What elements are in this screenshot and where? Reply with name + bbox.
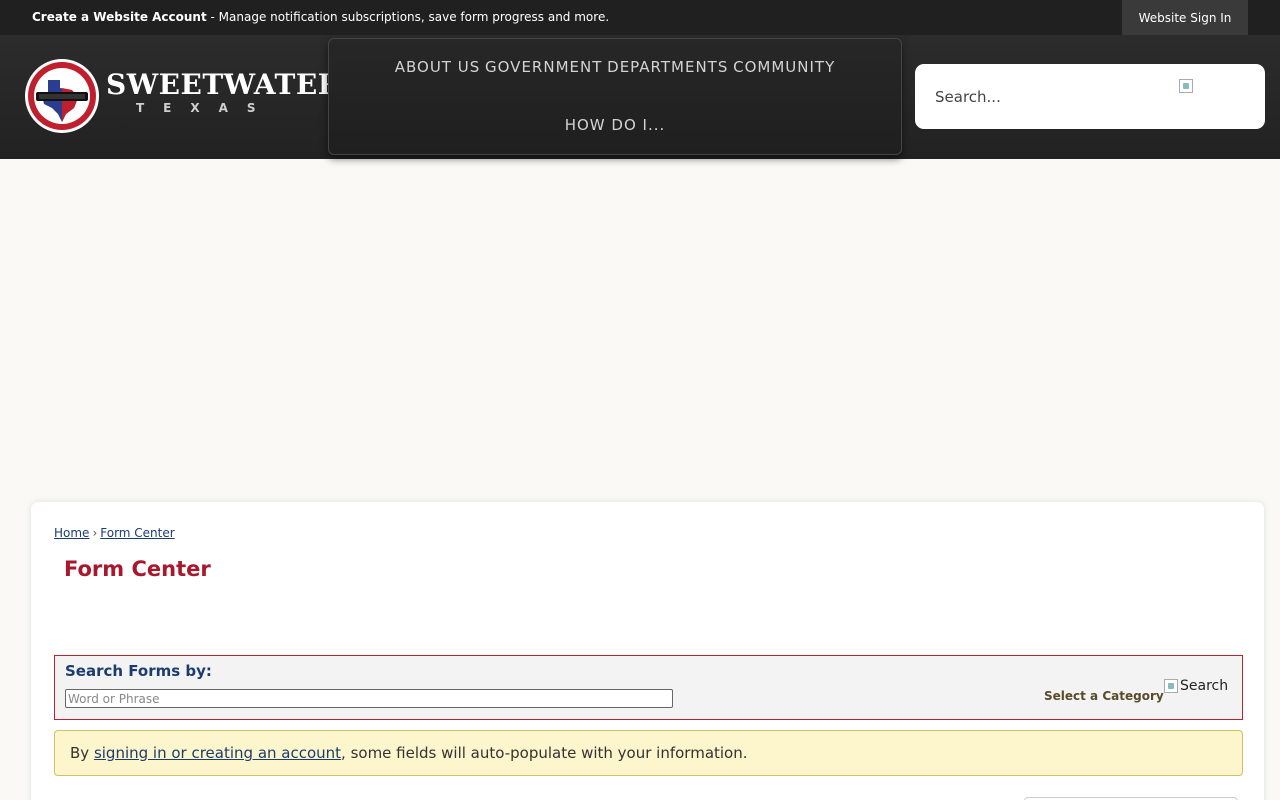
nav-row: HOW DO I... xyxy=(329,116,901,134)
search-forms-label: Search Forms by: xyxy=(65,662,212,680)
account-message: Create a Website Account - Manage notifi… xyxy=(32,10,609,24)
site-logo[interactable]: SWEETWATER TEXAS xyxy=(22,58,341,136)
broken-image-icon xyxy=(1164,679,1178,693)
nav-item-how-do-i[interactable]: HOW DO I... xyxy=(565,116,666,134)
search-forms-panel: Search Forms by: Select a Category Searc… xyxy=(54,655,1243,720)
breadcrumb-separator: › xyxy=(92,526,98,540)
nav-item-government[interactable]: GOVERNMENT xyxy=(485,58,602,76)
brand-subtitle: TEXAS xyxy=(136,101,275,115)
main-navigation: ABOUT US GOVERNMENT DEPARTMENTS COMMUNIT… xyxy=(328,38,902,155)
site-search xyxy=(915,64,1265,129)
forms-search-button[interactable]: Search xyxy=(1164,678,1228,694)
site-search-input[interactable] xyxy=(935,84,1165,110)
breadcrumb-form-center-link[interactable]: Form Center xyxy=(100,526,174,540)
nav-item-departments[interactable]: DEPARTMENTS xyxy=(607,58,728,76)
account-message-text: - Manage notification subscriptions, sav… xyxy=(206,10,610,24)
create-account-link[interactable]: Create a Website Account xyxy=(32,10,207,24)
city-seal-logo xyxy=(25,59,99,133)
search-icon[interactable] xyxy=(1179,79,1193,93)
breadcrumb: Home › Form Center xyxy=(54,526,175,540)
sign-in-notice: By signing in or creating an account, so… xyxy=(54,730,1243,776)
forms-search-button-label: Search xyxy=(1180,678,1229,694)
page-title: Form Center xyxy=(64,557,211,581)
nav-item-about-us[interactable]: ABOUT US xyxy=(395,58,481,76)
brand-name: SWEETWATER xyxy=(106,68,342,101)
notice-text: By signing in or creating an account, so… xyxy=(70,744,748,762)
select-category-link[interactable]: Select a Category xyxy=(1044,689,1164,703)
sign-in-link[interactable]: signing in or creating an account xyxy=(94,744,341,762)
notice-suffix: , some fields will auto-populate with yo… xyxy=(341,744,748,762)
breadcrumb-home-link[interactable]: Home xyxy=(54,526,89,540)
website-sign-in-button[interactable]: Website Sign In xyxy=(1122,0,1248,35)
top-utility-bar: Create a Website Account - Manage notifi… xyxy=(0,0,1280,35)
notice-prefix: By xyxy=(70,744,94,762)
forms-search-input[interactable] xyxy=(65,689,673,708)
nav-item-community[interactable]: COMMUNITY xyxy=(733,58,835,76)
nav-row: ABOUT US GOVERNMENT DEPARTMENTS COMMUNIT… xyxy=(329,58,901,76)
content-card: Home › Form Center Form Center Search Form… xyxy=(30,501,1265,800)
